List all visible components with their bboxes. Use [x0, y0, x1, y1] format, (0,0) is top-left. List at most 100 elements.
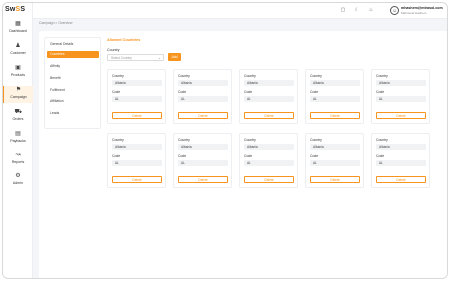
- code-value: AL: [244, 96, 294, 102]
- code-value: AL: [310, 96, 360, 102]
- subnav-item-countries[interactable]: Countries: [47, 51, 99, 58]
- country-card: Country Albania Code AL Delete: [371, 69, 430, 124]
- truck-icon: ⛟: [14, 109, 23, 115]
- code-value: AL: [178, 96, 228, 102]
- subnav-item-affinity[interactable]: Affinity: [47, 63, 99, 70]
- grid-icon: ▦: [15, 21, 21, 27]
- code-value: AL: [376, 160, 426, 166]
- sidebar-item-customer[interactable]: ♟ Customer: [3, 43, 33, 55]
- user-name: Mahmoud Hashem: [401, 11, 427, 15]
- country-card: Country Albania Code AL Delete: [305, 133, 364, 188]
- country-value: Albania: [178, 80, 228, 86]
- delete-button[interactable]: Delete: [112, 112, 162, 119]
- delete-button[interactable]: Delete: [178, 112, 228, 119]
- code-label: Code: [376, 90, 385, 94]
- user-icon: ♟: [15, 43, 21, 49]
- country-value: Albania: [112, 80, 162, 86]
- country-select[interactable]: Select Country ⌄: [107, 54, 164, 61]
- country-label: Country: [376, 74, 388, 78]
- country-card: Country Albania Code AL Delete: [107, 69, 166, 124]
- sidebar-item-admin[interactable]: ⚙ Admin: [3, 173, 33, 185]
- country-label: Country: [310, 74, 322, 78]
- expand-icon[interactable]: ▢: [340, 7, 346, 13]
- country-card: Country Albania Code AL Delete: [371, 133, 430, 188]
- subnav-item-general-details[interactable]: General Details: [47, 41, 99, 48]
- avatar[interactable]: ☺: [390, 6, 399, 15]
- sidebar-item-paybacks[interactable]: ▤ Paybacks: [3, 131, 33, 143]
- subnav-item-leads[interactable]: Leads: [47, 110, 99, 117]
- country-card: Country Albania Code AL Delete: [239, 69, 298, 124]
- country-label: Country: [107, 48, 120, 52]
- country-value: Albania: [376, 144, 426, 150]
- country-card: Country Albania Code AL Delete: [173, 69, 232, 124]
- code-label: Code: [112, 154, 121, 158]
- sidebar-item-products[interactable]: ▣ Products: [3, 65, 33, 77]
- code-value: AL: [178, 160, 228, 166]
- country-value: Albania: [178, 144, 228, 150]
- delete-button[interactable]: Delete: [376, 176, 426, 183]
- code-label: Code: [244, 90, 253, 94]
- flag-icon: ⚑: [15, 87, 22, 93]
- gear-icon: ⚙: [15, 173, 21, 179]
- wallet-icon: ▤: [15, 131, 21, 137]
- delete-button[interactable]: Delete: [310, 176, 360, 183]
- code-label: Code: [310, 154, 319, 158]
- country-label: Country: [244, 138, 256, 142]
- code-label: Code: [178, 90, 187, 94]
- code-label: Code: [376, 154, 385, 158]
- delete-button[interactable]: Delete: [244, 112, 294, 119]
- sidebar-item-campaign[interactable]: ⚑ Campaign: [3, 86, 33, 103]
- sidebar-item-dashboard[interactable]: ▦ Dashboard: [3, 21, 33, 33]
- sidebar-item-reports[interactable]: ↝ Reports: [3, 152, 33, 164]
- chart-icon: ↝: [15, 152, 21, 158]
- subnav-item-affiliation[interactable]: Affiliation: [47, 98, 99, 105]
- country-label: Country: [112, 74, 124, 78]
- country-label: Country: [178, 74, 190, 78]
- subnav-item-fulfilment[interactable]: Fulfilment: [47, 87, 99, 94]
- country-label: Country: [244, 74, 256, 78]
- sidebar: SwSS ▦ Dashboard ♟ Customer ▣ Products ⚑…: [3, 3, 33, 278]
- breadcrumb: Campaign > Overview: [39, 21, 73, 25]
- section-title: Allowed Countries: [107, 38, 141, 42]
- country-card: Country Albania Code AL Delete: [107, 133, 166, 188]
- country-card: Country Albania Code AL Delete: [305, 69, 364, 124]
- country-value: Albania: [244, 144, 294, 150]
- delete-button[interactable]: Delete: [178, 176, 228, 183]
- code-value: AL: [112, 96, 162, 102]
- code-value: AL: [310, 160, 360, 166]
- code-label: Code: [112, 90, 121, 94]
- code-label: Code: [178, 154, 187, 158]
- country-value: Albania: [112, 144, 162, 150]
- code-value: AL: [112, 160, 162, 166]
- add-country-button[interactable]: Add: [168, 53, 181, 61]
- country-label: Country: [178, 138, 190, 142]
- country-card: Country Albania Code AL Delete: [173, 133, 232, 188]
- app-window: SwSS ▦ Dashboard ♟ Customer ▣ Products ⚑…: [2, 2, 448, 279]
- country-value: Albania: [376, 80, 426, 86]
- code-value: AL: [376, 96, 426, 102]
- code-label: Code: [244, 154, 253, 158]
- main-panel: General Details Countries Affinity Benef…: [39, 31, 447, 278]
- campaign-subnav: General Details Countries Affinity Benef…: [44, 37, 101, 129]
- sidebar-item-orders[interactable]: ⛟ Orders: [3, 109, 33, 121]
- delete-button[interactable]: Delete: [112, 176, 162, 183]
- subnav-item-benefit[interactable]: Benefit: [47, 75, 99, 82]
- country-value: Albania: [310, 144, 360, 150]
- delete-button[interactable]: Delete: [244, 176, 294, 183]
- delete-button[interactable]: Delete: [310, 112, 360, 119]
- bell-icon[interactable]: ♨: [368, 7, 374, 13]
- country-value: Albania: [244, 80, 294, 86]
- moon-icon[interactable]: ☾: [354, 7, 360, 13]
- chevron-down-icon: ⌄: [157, 56, 161, 60]
- country-label: Country: [112, 138, 124, 142]
- code-value: AL: [244, 160, 294, 166]
- app-logo[interactable]: SwSS: [5, 6, 25, 13]
- box-icon: ▣: [15, 65, 21, 71]
- topbar: ▢ ☾ ♨ ☺ mhashem@mtrasol.com Mahmoud Hash…: [33, 3, 447, 19]
- country-label: Country: [310, 138, 322, 142]
- delete-button[interactable]: Delete: [376, 112, 426, 119]
- code-label: Code: [310, 90, 319, 94]
- user-email: mhashem@mtrasol.com: [401, 6, 443, 10]
- country-card: Country Albania Code AL Delete: [239, 133, 298, 188]
- country-label: Country: [376, 138, 388, 142]
